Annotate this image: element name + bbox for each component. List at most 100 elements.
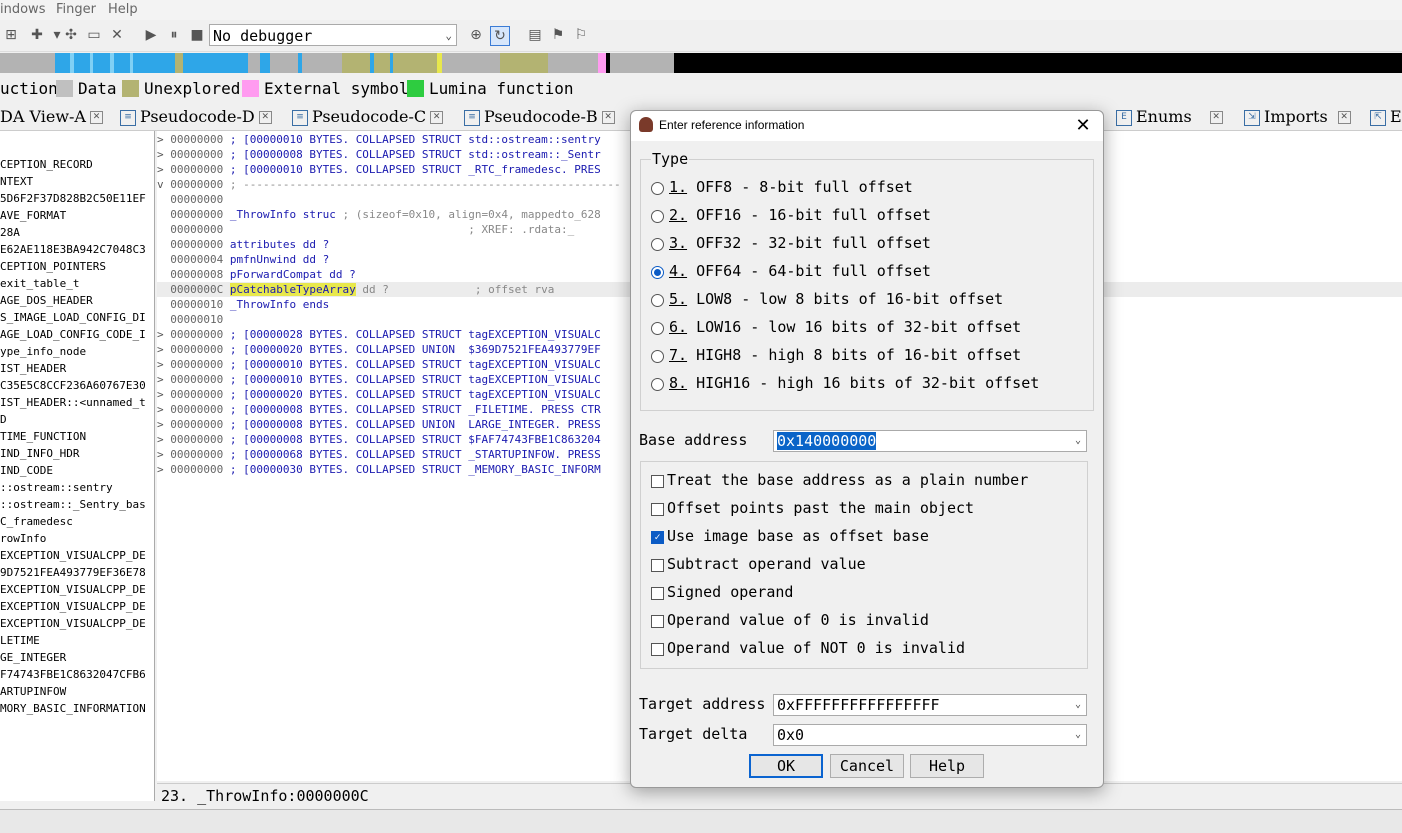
base-address-combo[interactable]: 0x140000000 ⌄ xyxy=(773,430,1087,452)
structure-list-item[interactable]: AGE_DOS_HEADER xyxy=(0,294,93,307)
structure-list-item[interactable]: D xyxy=(0,413,7,426)
menu-windows[interactable]: indows xyxy=(0,2,45,17)
radio-button[interactable] xyxy=(651,322,664,335)
structure-list-item[interactable]: MORY_BASIC_INFORMATION xyxy=(0,702,146,715)
target-address-combo[interactable]: 0xFFFFFFFFFFFFFFFF ⌄ xyxy=(773,694,1087,716)
checkbox[interactable] xyxy=(651,587,664,600)
close-icon[interactable]: ✕ xyxy=(1071,114,1095,138)
close-icon[interactable]: ✕ xyxy=(601,111,615,124)
expand-icon[interactable]: > xyxy=(157,403,164,416)
tab-exports[interactable]: ⇱ E xyxy=(1370,106,1402,128)
expand-icon[interactable]: > xyxy=(157,133,164,146)
tab-pseudocode-c[interactable]: ≡ Pseudocode-C ✕ xyxy=(292,106,444,128)
expand-icon[interactable]: > xyxy=(157,328,164,341)
navigation-band[interactable] xyxy=(0,53,1402,73)
checkbox[interactable] xyxy=(651,503,664,516)
structure-list-item[interactable]: EXCEPTION_VISUALCPP_DE xyxy=(0,583,146,596)
cancel-button[interactable]: Cancel xyxy=(830,754,904,778)
structures-list[interactable]: CEPTION_RECORD NTEXT 5D6F2F37D828B2C50E11E… xyxy=(0,131,155,801)
tab-pseudocode-b[interactable]: ≡ Pseudocode-B ✕ xyxy=(464,106,615,128)
radio-button[interactable] xyxy=(651,294,664,307)
tab-enums[interactable]: E Enums ✕ xyxy=(1116,106,1223,128)
structure-list-item[interactable]: ARTUPINFOW xyxy=(0,685,66,698)
structure-list-item[interactable]: NTEXT xyxy=(0,175,33,188)
structure-list-item[interactable]: C_framedesc xyxy=(0,515,73,528)
structure-list-item[interactable]: C35E5C8CCF236A60767E30 xyxy=(0,379,146,392)
structure-list-item[interactable]: IST_HEADER::<unnamed_t xyxy=(0,396,146,409)
tab-imports[interactable]: ⇲ Imports ✕ xyxy=(1244,106,1351,128)
dialog-titlebar[interactable]: Enter reference information ✕ xyxy=(631,111,1103,141)
structure-list-item[interactable]: CEPTION_POINTERS xyxy=(0,260,106,273)
tab-pseudocode-d[interactable]: ≡ Pseudocode-D ✕ xyxy=(120,106,272,128)
pause-icon[interactable]: ⏸ xyxy=(165,26,183,44)
close-icon[interactable]: ✕ xyxy=(1209,111,1223,124)
radio-button[interactable] xyxy=(651,182,664,195)
checkbox[interactable]: ✓ xyxy=(651,531,664,544)
radio-button[interactable] xyxy=(651,350,664,363)
close-icon[interactable]: ✕ xyxy=(430,111,444,124)
checkbox[interactable] xyxy=(651,615,664,628)
structure-list-item[interactable]: IND_INFO_HDR xyxy=(0,447,79,460)
menu-help[interactable]: Help xyxy=(108,2,138,17)
checkbox[interactable] xyxy=(651,559,664,572)
structure-list-item[interactable]: ::ostream::_Sentry_bas xyxy=(0,498,146,511)
add-icon[interactable]: ⊞ xyxy=(2,26,20,44)
structure-list-item[interactable]: E62AE118E3BA942C7048C3 xyxy=(0,243,146,256)
checkbox[interactable] xyxy=(651,643,664,656)
expand-icon[interactable]: > xyxy=(157,373,164,386)
expand-icon[interactable]: > xyxy=(157,148,164,161)
attach-icon[interactable]: ⊕ xyxy=(467,26,485,44)
structure-list-item[interactable]: CEPTION_RECORD xyxy=(0,158,93,171)
structure-list-item[interactable]: ype_info_node xyxy=(0,345,86,358)
clear-trace-icon[interactable]: ⚐ xyxy=(572,26,590,44)
expand-icon[interactable]: > xyxy=(157,418,164,431)
expand-icon[interactable]: > xyxy=(157,433,164,446)
structure-list-item[interactable]: exit_table_t xyxy=(0,277,79,290)
structure-list-item[interactable]: LETIME xyxy=(0,634,40,647)
close-icon[interactable]: ✕ xyxy=(89,111,103,124)
structure-list-item[interactable]: ::ostream::sentry xyxy=(0,481,113,494)
structure-list-item[interactable]: EXCEPTION_VISUALCPP_DE xyxy=(0,549,146,562)
ok-button[interactable]: OK xyxy=(749,754,823,778)
radio-button[interactable] xyxy=(651,266,664,279)
radio-button[interactable] xyxy=(651,238,664,251)
add-struct-icon[interactable]: ✚ xyxy=(28,26,46,44)
structure-list-item[interactable]: GE_INTEGER xyxy=(0,651,66,664)
plugin-icon[interactable]: ✣ xyxy=(62,26,80,44)
expand-icon[interactable]: > xyxy=(157,163,164,176)
radio-button[interactable] xyxy=(651,210,664,223)
stop-icon[interactable]: ■ xyxy=(188,26,206,44)
structure-list-item[interactable]: F74743FBE1C8632047CFB6 xyxy=(0,668,146,681)
structure-list-item[interactable]: S_IMAGE_LOAD_CONFIG_DI xyxy=(0,311,146,324)
structure-list-item[interactable]: EXCEPTION_VISUALCPP_DE xyxy=(0,617,146,630)
structure-list-item[interactable]: IST_HEADER xyxy=(0,362,66,375)
menu-finger[interactable]: Finger xyxy=(56,2,96,17)
structure-list-item[interactable]: rowInfo xyxy=(0,532,46,545)
patch-icon[interactable]: ▭ xyxy=(85,26,103,44)
tracing-icon[interactable]: ⚑ xyxy=(549,26,567,44)
target-delta-combo[interactable]: 0x0 ⌄ xyxy=(773,724,1087,746)
radio-button[interactable] xyxy=(651,378,664,391)
structure-list-item[interactable]: AGE_LOAD_CONFIG_CODE_I xyxy=(0,328,146,341)
structure-list-item[interactable]: 9D7521FEA493779EF36E78 xyxy=(0,566,146,579)
structure-list-item[interactable]: IND_CODE xyxy=(0,464,53,477)
expand-icon[interactable]: > xyxy=(157,343,164,356)
structure-list-item[interactable]: AVE_FORMAT xyxy=(0,209,66,222)
tab-ida-view[interactable]: DA View-A ✕ xyxy=(0,106,103,128)
expand-icon[interactable]: > xyxy=(157,448,164,461)
structure-list-item[interactable]: 5D6F2F37D828B2C50E11EF xyxy=(0,192,146,205)
collapse-icon[interactable]: v xyxy=(157,178,164,191)
expand-icon[interactable]: > xyxy=(157,358,164,371)
expand-icon[interactable]: > xyxy=(157,463,164,476)
structure-list-item[interactable]: 28A xyxy=(0,226,20,239)
close-icon[interactable]: ✕ xyxy=(1337,111,1351,124)
close-x-icon[interactable]: ✕ xyxy=(108,26,126,44)
structure-list-item[interactable]: TIME_FUNCTION xyxy=(0,430,86,443)
close-icon[interactable]: ✕ xyxy=(258,111,272,124)
debugger-select[interactable]: No debugger ⌄ xyxy=(209,24,457,46)
play-icon[interactable]: ▶ xyxy=(142,26,160,44)
structure-list-item[interactable]: EXCEPTION_VISUALCPP_DE xyxy=(0,600,146,613)
help-button[interactable]: Help xyxy=(910,754,984,778)
checkbox[interactable] xyxy=(651,475,664,488)
expand-icon[interactable]: > xyxy=(157,388,164,401)
